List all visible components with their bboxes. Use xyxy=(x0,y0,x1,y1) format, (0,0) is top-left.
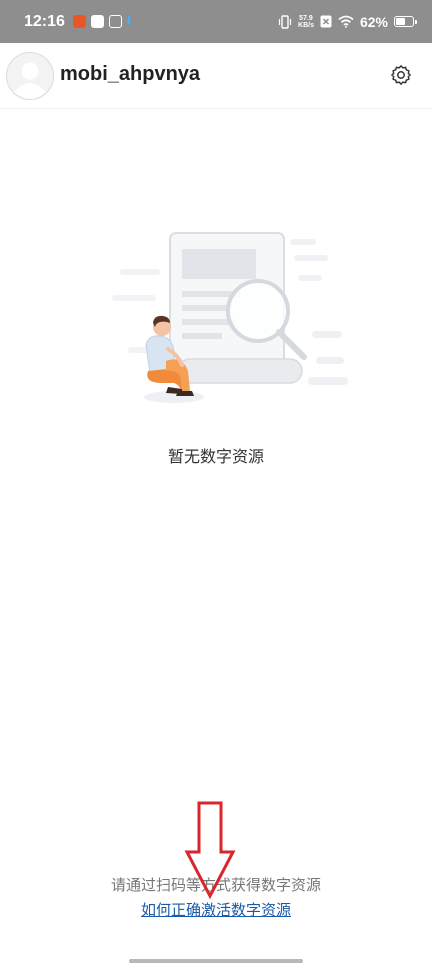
network-speed: 57.9 KB/s xyxy=(298,15,314,29)
battery-percent: 62% xyxy=(359,13,388,30)
wifi-icon xyxy=(338,15,354,28)
avatar-placeholder-icon[interactable] xyxy=(6,52,54,100)
status-bar-right: 57.9 KB/s 62% xyxy=(278,13,417,30)
gear-icon[interactable] xyxy=(390,64,412,86)
network-speed-unit: KB/s xyxy=(298,21,314,29)
status-bar: 12:16 ⭳ 57.9 KB/s 62% xyxy=(0,0,432,43)
network-speed-value: 57.9 xyxy=(299,14,313,22)
home-indicator[interactable] xyxy=(129,959,303,963)
download-icon: ⭳ xyxy=(126,13,132,27)
battery-cap xyxy=(415,19,417,24)
empty-search-illustration xyxy=(112,232,348,403)
app-notification-icon xyxy=(108,15,122,28)
vibrate-icon xyxy=(278,14,292,29)
app-notification-icon xyxy=(72,15,86,28)
empty-state-message: 暂无数字资源 xyxy=(167,447,264,466)
profile-header: mobi_ahpvnya xyxy=(0,43,432,109)
battery-icon xyxy=(394,16,417,27)
activation-help-link[interactable]: 如何正确激活数字资源 xyxy=(0,899,432,920)
app-notification-icon xyxy=(90,15,104,28)
username: mobi_ahpvnya xyxy=(60,63,201,85)
sim-off-icon xyxy=(320,15,332,28)
battery-fill xyxy=(396,18,405,25)
status-bar-left: 12:16 ⭳ xyxy=(24,11,131,32)
status-time: 12:16 xyxy=(24,12,65,30)
red-arrow-down-icon xyxy=(184,801,236,900)
